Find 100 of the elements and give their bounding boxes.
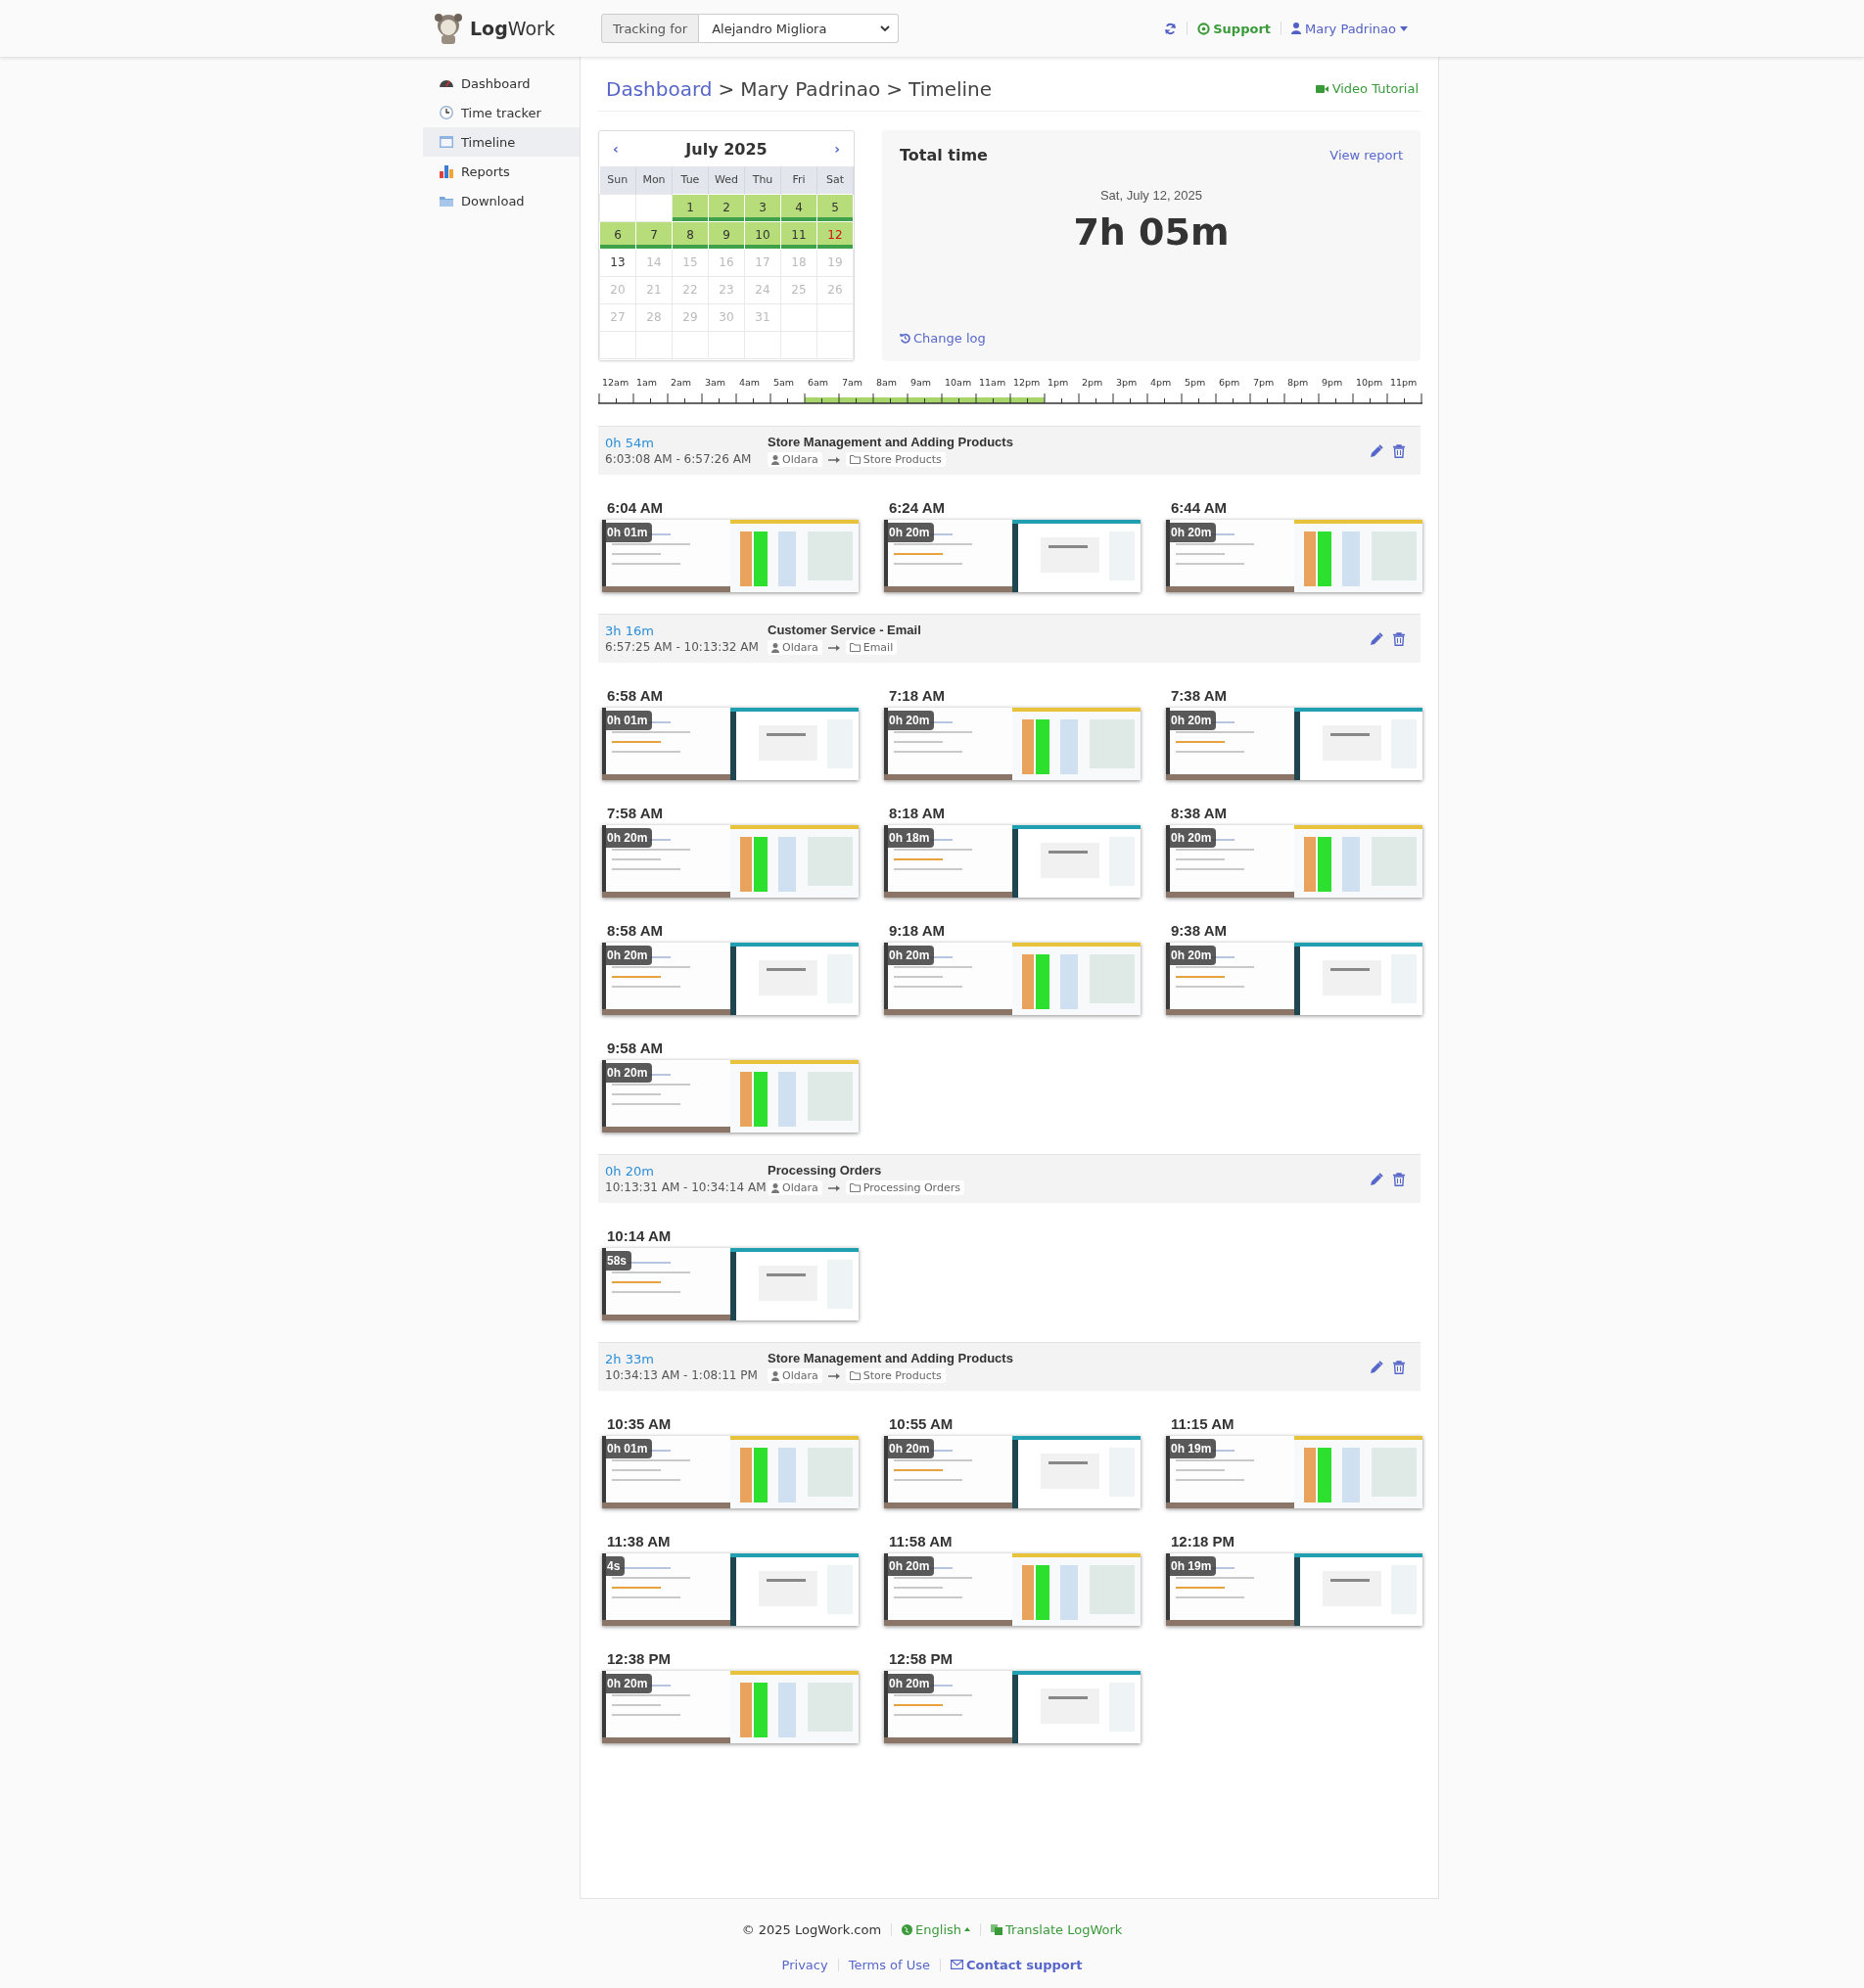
caret-icon: [964, 1927, 970, 1931]
hour-label: 10am: [945, 377, 972, 388]
clock-icon: [439, 105, 454, 120]
edit-icon[interactable]: [1370, 443, 1383, 458]
hour-label: 12pm: [1013, 377, 1041, 388]
user-icon: [771, 642, 779, 653]
user-icon: [1291, 23, 1302, 34]
calendar-day[interactable]: 13: [599, 249, 636, 276]
delete-icon[interactable]: [1393, 1360, 1405, 1374]
calendar-day[interactable]: 2: [708, 194, 745, 221]
calendar-month: July 2025: [685, 139, 768, 159]
next-month-button[interactable]: ›: [834, 141, 840, 157]
entry-title: Customer Service - Email: [768, 623, 922, 637]
history-icon: [900, 333, 910, 344]
hour-label: 6am: [808, 377, 829, 388]
envelope-icon: [951, 1960, 964, 1969]
delete-icon[interactable]: [1393, 443, 1405, 458]
previous-month-button[interactable]: ‹: [613, 141, 619, 157]
sidebar-item[interactable]: Reports: [423, 157, 580, 186]
weekday-label: Sat: [816, 166, 854, 194]
hour-label: 3pm: [1116, 377, 1138, 388]
folder-icon: [849, 1183, 861, 1192]
screenshot-time: 10:55 AM: [888, 1415, 955, 1434]
edit-icon[interactable]: [1370, 1360, 1383, 1374]
weekday-label: Sun: [599, 166, 636, 194]
screenshot-time: 12:38 PM: [606, 1650, 673, 1669]
entry-time-range: 6:57:25 AM - 10:13:32 AM: [605, 640, 760, 654]
entry-duration: 0h 54m: [605, 436, 655, 450]
copyright-text: © 2025 LogWork.com: [741, 1921, 882, 1937]
weekday-label: Thu: [744, 166, 781, 194]
delete-icon[interactable]: [1393, 631, 1405, 646]
calendar-day[interactable]: 3: [744, 194, 781, 221]
screenshot-time: 9:58 AM: [606, 1040, 664, 1058]
view-report-link[interactable]: View report: [1329, 148, 1403, 162]
hour-label: 12am: [602, 377, 629, 388]
video-tutorial-link[interactable]: Video Tutorial: [1315, 81, 1421, 96]
hour-label: 1pm: [1048, 377, 1069, 388]
screenshot-time: 8:18 AM: [888, 805, 946, 823]
translate-link[interactable]: Translate LogWork: [991, 1921, 1123, 1937]
entry-time-range: 10:34:13 AM - 1:08:11 PM: [605, 1368, 759, 1382]
hour-label: 9pm: [1322, 377, 1343, 388]
hour-label: 11am: [979, 377, 1006, 388]
client-tag: Oldara: [768, 452, 822, 467]
calendar-day[interactable]: 6: [599, 221, 636, 249]
language-selector[interactable]: English: [902, 1921, 970, 1937]
calendar-day[interactable]: 4: [780, 194, 817, 221]
screenshot-time: 6:24 AM: [888, 499, 946, 518]
logo-icon: [433, 12, 464, 45]
project-tag: Processing Orders: [845, 1180, 964, 1195]
translate-icon: [991, 1923, 1002, 1935]
sidebar-item[interactable]: Timeline: [423, 127, 580, 157]
screenshot-time: 7:38 AM: [1170, 687, 1228, 706]
sidebar-item[interactable]: Dashboard: [423, 69, 580, 98]
weekday-label: Tue: [672, 166, 709, 194]
edit-icon[interactable]: [1370, 631, 1383, 646]
delete-icon[interactable]: [1393, 1172, 1405, 1186]
project-tag: Store Products: [845, 452, 946, 467]
edit-icon[interactable]: [1370, 1172, 1383, 1186]
entry-title: Store Management and Adding Products: [768, 1351, 1014, 1365]
sidebar-item[interactable]: Time tracker: [423, 98, 580, 127]
sidebar-item[interactable]: Download: [423, 186, 580, 215]
screenshot-time: 11:15 AM: [1170, 1415, 1235, 1434]
brand-name: LogWork: [470, 18, 555, 39]
hour-label: 2pm: [1082, 377, 1103, 388]
arrow-icon: [827, 644, 840, 651]
screenshot-time: 6:58 AM: [606, 687, 664, 706]
screenshot-time: 8:38 AM: [1170, 805, 1228, 823]
contact-support-link[interactable]: Contact support: [951, 1957, 1083, 1972]
footer-link[interactable]: Privacy: [781, 1957, 828, 1972]
tracking-select[interactable]: Alejandro Migliora: [699, 14, 900, 43]
hour-label: 10pm: [1356, 377, 1383, 388]
client-tag: Oldara: [768, 1368, 822, 1383]
user-menu[interactable]: Mary Padrinao: [1291, 21, 1408, 36]
breadcrumb-link[interactable]: Dashboard: [606, 76, 713, 101]
total-time-value: 7h 05m: [1073, 210, 1230, 254]
breadcrumb-separator: >: [886, 76, 904, 101]
footer-link[interactable]: Terms of Use: [848, 1957, 931, 1972]
weekday-label: Wed: [708, 166, 745, 194]
hour-label: 5pm: [1185, 377, 1206, 388]
hour-label: 7am: [842, 377, 863, 388]
screenshot-time: 11:38 AM: [606, 1533, 672, 1551]
screenshot-time: 10:35 AM: [606, 1415, 673, 1434]
calendar-day[interactable]: 5: [816, 194, 854, 221]
hour-label: 1am: [636, 377, 658, 388]
screenshot-time: 6:04 AM: [606, 499, 664, 518]
window-icon: [439, 134, 454, 150]
weekday-label: Fri: [780, 166, 817, 194]
support-link[interactable]: Support: [1197, 21, 1272, 36]
change-log-link[interactable]: Change log: [900, 331, 986, 346]
screenshot-time: 12:58 PM: [888, 1650, 955, 1669]
refresh-icon[interactable]: [1164, 22, 1178, 35]
bar-chart-icon: [439, 163, 454, 179]
client-tag: Oldara: [768, 1180, 822, 1195]
hour-label: 3am: [705, 377, 726, 388]
entry-title: Processing Orders: [768, 1163, 883, 1178]
screenshot-time: 9:18 AM: [888, 922, 946, 941]
hour-label: 4am: [739, 377, 761, 388]
calendar-day[interactable]: 1: [672, 194, 709, 221]
folder-icon: [849, 643, 861, 652]
screenshot-time: 11:58 AM: [888, 1533, 954, 1551]
